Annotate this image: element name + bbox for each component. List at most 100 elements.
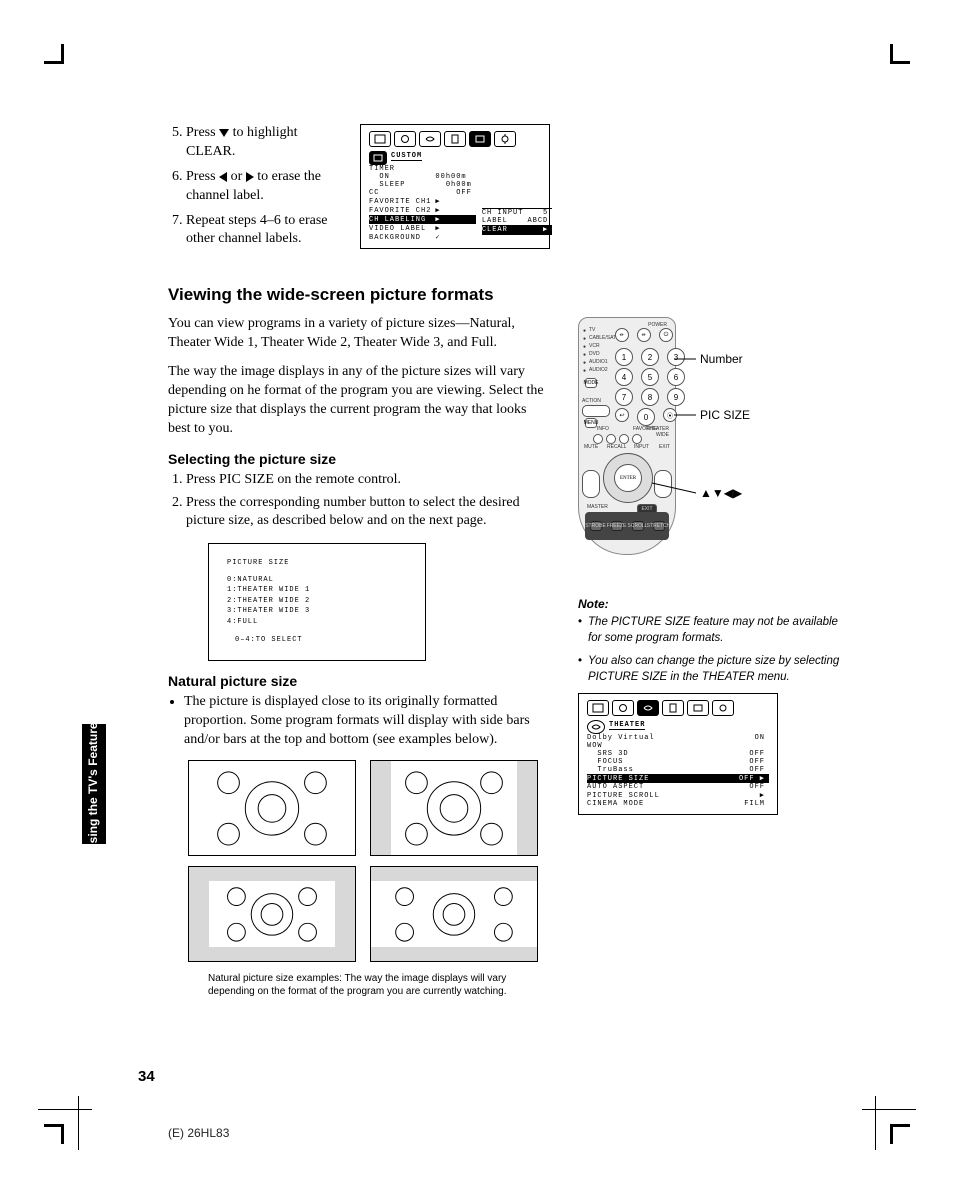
num-9: 9 [667, 388, 685, 406]
footer-model: (E) 26HL83 [168, 1126, 229, 1140]
nav-ring: ENTER [603, 453, 653, 503]
note-item: The PICTURE SIZE feature may not be avai… [588, 615, 848, 646]
tab-icon [419, 131, 441, 147]
freeze-button: FREEZE [611, 521, 623, 531]
section-heading: Viewing the wide-screen picture formats [168, 285, 848, 305]
remote-label: MASTER [587, 504, 608, 510]
enter-button: ENTER [614, 464, 642, 492]
example-plain [188, 760, 356, 856]
remote-label: CABLE/SAT [589, 335, 616, 341]
remote-label: INPUT [634, 444, 649, 450]
step-5: Press to highlight CLEAR. [186, 124, 342, 162]
crop-mark-tl [44, 44, 82, 82]
remote-label: THEATER WIDE [643, 426, 669, 438]
num-7: 7 [615, 388, 633, 406]
chapter-tab: Using the TV's Features [82, 724, 106, 844]
num-1: 1 [615, 348, 633, 366]
psize-title: PICTURE SIZE [227, 558, 407, 569]
osd-right-table: CH INPUT5 LABELABCD CLEAR▶ [482, 208, 552, 235]
crop-mark-tr [872, 44, 910, 82]
psize-line: 4:FULL [227, 617, 407, 628]
osd-title: THEATER [609, 721, 645, 730]
note-heading: Note: [578, 597, 848, 611]
cut-line [38, 1109, 92, 1110]
psize-line: 0:NATURAL [227, 575, 407, 586]
osd-theater-table: Dolby VirtualON WOW SRS 3DOFF FOCUSOFF T… [587, 734, 769, 808]
callout-number: Number [700, 352, 743, 366]
tab-icon [494, 131, 516, 147]
select-steps: Press PIC SIZE on the remote control. Pr… [186, 471, 548, 532]
down-arrow-icon [219, 129, 229, 137]
tab-icon [612, 700, 634, 716]
tab-icon [712, 700, 734, 716]
remote-label: AUDIO1 [589, 359, 608, 365]
left-arrow-icon [219, 172, 227, 182]
remote-label: AUDIO2 [589, 367, 608, 373]
body-paragraph: The way the image displays in any of the… [168, 363, 548, 439]
body-paragraph: You can view programs in a variety of pi… [168, 315, 548, 353]
example-letterbox [370, 866, 538, 962]
osd-left-table: TIMER ON00h00m SLEEP 0h00m CCOFF FAVORIT… [369, 165, 476, 242]
step-text: Press [186, 125, 219, 140]
tab-icon-active [469, 131, 491, 147]
natural-examples: Natural picture size examples: The way t… [168, 760, 548, 998]
example-sidebars-letterbox [188, 866, 356, 962]
note-item: You also can change the picture size by … [588, 654, 848, 685]
stretch-button: STRETCH [653, 521, 665, 531]
osd-title: CUSTOM [391, 152, 422, 161]
psize-line: 2:THEATER WIDE 2 [227, 596, 407, 607]
tab-icon [394, 131, 416, 147]
cut-line [78, 1096, 79, 1150]
action-pill [582, 405, 610, 417]
num-6: 6 [667, 368, 685, 386]
num-8: 8 [641, 388, 659, 406]
mode-button: MODE [585, 378, 597, 388]
steps-list: Press to highlight CLEAR. Press or to er… [186, 124, 342, 249]
callout-picsize: PIC SIZE [700, 408, 750, 422]
remote-small-btn: ↩ [615, 408, 629, 422]
ch-rocker [654, 470, 672, 498]
cut-line [875, 1096, 876, 1150]
remote-label: VCR [589, 343, 600, 349]
callout-arrows: ▲▼◀▶ [700, 486, 742, 500]
remote-small-btn: ⦵ [615, 328, 629, 342]
scroll-button: SCROLL [632, 521, 644, 531]
remote-label: INFO [597, 426, 609, 432]
page-number: 34 [138, 1068, 155, 1085]
menu-icon [587, 720, 605, 734]
osd-picture-size: PICTURE SIZE 0:NATURAL 1:THEATER WIDE 1 … [208, 543, 426, 661]
sel-step-2: Press the corresponding number button to… [186, 494, 548, 532]
menu-button: MENU [585, 418, 597, 428]
cut-line [862, 1109, 916, 1110]
remote-small-btn: ⦵ [637, 328, 651, 342]
vol-rocker [582, 470, 600, 498]
step-7: Repeat steps 4–6 to erase other channel … [186, 212, 342, 250]
remote-label: MUTE [584, 444, 598, 450]
step-text: Press [186, 169, 219, 184]
sub-heading: Natural picture size [168, 673, 548, 689]
strobe-button: STROBE [590, 521, 602, 531]
osd-tab-row [587, 700, 769, 716]
remote-label: DVD [589, 351, 600, 357]
remote-label: TV [589, 327, 595, 333]
remote-control-diagram: ● TV ● CABLE/SAT ● VCR ● DVD ● AUDIO1 ● … [578, 317, 676, 555]
tab-icon [662, 700, 684, 716]
crop-mark-bl [44, 1106, 82, 1144]
psize-line: 3:THEATER WIDE 3 [227, 606, 407, 617]
num-4: 4 [615, 368, 633, 386]
examples-caption: Natural picture size examples: The way t… [208, 972, 548, 998]
crop-mark-br [872, 1106, 910, 1144]
natural-bullet-list: The picture is displayed close to its or… [184, 693, 548, 750]
tab-icon-active [637, 700, 659, 716]
num-0: 0 [637, 408, 655, 426]
osd-custom-menu: CUSTOM TIMER ON00h00m SLEEP 0h00m CCOFF … [360, 124, 550, 249]
sub-heading: Selecting the picture size [168, 451, 548, 467]
psize-hint: 0–4:TO SELECT [235, 635, 407, 646]
sel-step-1: Press PIC SIZE on the remote control. [186, 471, 548, 490]
psize-line: 1:THEATER WIDE 1 [227, 585, 407, 596]
tab-icon [687, 700, 709, 716]
remote-label: EXIT [659, 444, 670, 450]
step-6: Press or to erase the channel label. [186, 168, 342, 206]
num-5: 5 [641, 368, 659, 386]
tab-icon [444, 131, 466, 147]
